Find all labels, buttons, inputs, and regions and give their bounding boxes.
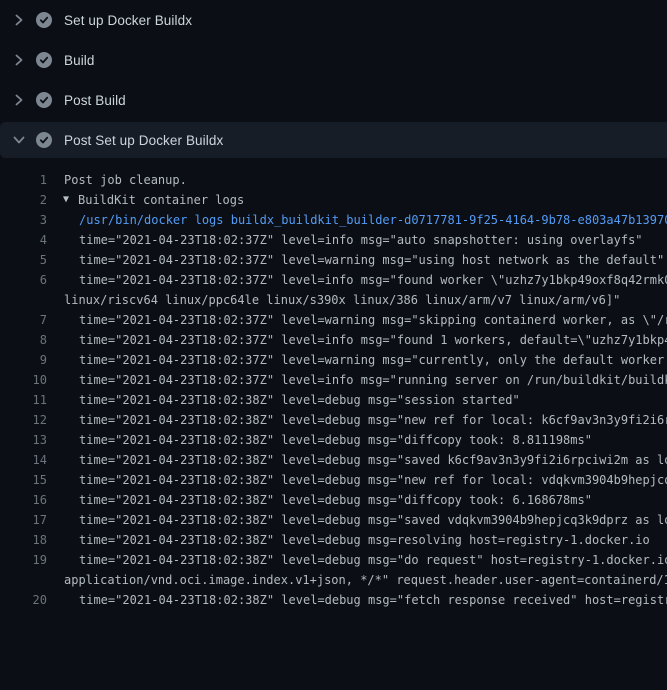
log-line-number[interactable]: 2 <box>0 190 47 210</box>
log-line: 19 time="2021-04-23T18:02:38Z" level=deb… <box>0 550 667 570</box>
log-line-text: application/vnd.oci.image.index.v1+json,… <box>64 570 667 590</box>
log-line-text: linux/riscv64 linux/ppc64le linux/s390x … <box>64 290 620 310</box>
log-line-text: time="2021-04-23T18:02:37Z" level=info m… <box>79 370 667 390</box>
log-line: 2 ▼ BuildKit container logs <box>0 190 667 210</box>
log-line-text: time="2021-04-23T18:02:37Z" level=info m… <box>79 330 667 350</box>
log-line-number[interactable]: 9 <box>0 350 47 370</box>
log-line: 8 time="2021-04-23T18:02:37Z" level=info… <box>0 330 667 350</box>
log-line-number[interactable]: 17 <box>0 510 47 530</box>
step-title: Set up Docker Buildx <box>64 13 192 28</box>
step-header-post-set-up-docker-buildx[interactable]: Post Set up Docker Buildx <box>0 122 667 158</box>
log-line-number[interactable]: 1 <box>0 170 47 190</box>
log-line-number[interactable]: 12 <box>0 410 47 430</box>
log-line-text: BuildKit container logs <box>78 190 244 210</box>
log-line-text: time="2021-04-23T18:02:38Z" level=debug … <box>79 550 667 570</box>
log-line-text: time="2021-04-23T18:02:38Z" level=debug … <box>79 510 667 530</box>
log-line-text: time="2021-04-23T18:02:37Z" level=info m… <box>79 230 643 250</box>
log-line: application/vnd.oci.image.index.v1+json,… <box>0 570 667 590</box>
log-line-text: time="2021-04-23T18:02:38Z" level=debug … <box>79 410 667 430</box>
log-line: 14 time="2021-04-23T18:02:38Z" level=deb… <box>0 450 667 470</box>
log-line: 3 /usr/bin/docker logs buildx_buildkit_b… <box>0 210 667 230</box>
log-line: 9 time="2021-04-23T18:02:37Z" level=warn… <box>0 350 667 370</box>
log-line-text: time="2021-04-23T18:02:38Z" level=debug … <box>79 590 667 610</box>
log-line: 7 time="2021-04-23T18:02:37Z" level=warn… <box>0 310 667 330</box>
log-line-text: time="2021-04-23T18:02:38Z" level=debug … <box>79 490 592 510</box>
log-line-number[interactable]: 18 <box>0 530 47 550</box>
chevron-icon <box>12 133 26 147</box>
log-line: 18 time="2021-04-23T18:02:38Z" level=deb… <box>0 530 667 550</box>
log-line: 6 time="2021-04-23T18:02:37Z" level=info… <box>0 270 667 290</box>
step-title: Build <box>64 53 95 68</box>
check-circle-icon <box>36 92 52 108</box>
step-header-set-up-docker-buildx[interactable]: Set up Docker Buildx <box>0 0 667 40</box>
log-line: 5 time="2021-04-23T18:02:37Z" level=warn… <box>0 250 667 270</box>
workflow-log-panel: Set up Docker Buildx Build <box>0 0 667 610</box>
log-line-text: /usr/bin/docker logs buildx_buildkit_bui… <box>79 210 667 230</box>
log-line-number[interactable]: 11 <box>0 390 47 410</box>
log-line-number[interactable]: 4 <box>0 230 47 250</box>
step-header-build[interactable]: Build <box>0 40 667 80</box>
log-group-toggle-icon[interactable]: ▼ <box>63 190 69 210</box>
log-line-number[interactable]: 15 <box>0 470 47 490</box>
log-line-text: time="2021-04-23T18:02:38Z" level=debug … <box>79 390 520 410</box>
chevron-icon <box>12 53 26 67</box>
step-title: Post Set up Docker Buildx <box>64 133 223 148</box>
log-line: 11 time="2021-04-23T18:02:38Z" level=deb… <box>0 390 667 410</box>
log-line-number[interactable]: 13 <box>0 430 47 450</box>
log-line-number[interactable]: 7 <box>0 310 47 330</box>
log-line: 16 time="2021-04-23T18:02:38Z" level=deb… <box>0 490 667 510</box>
log-line-text: time="2021-04-23T18:02:38Z" level=debug … <box>79 450 667 470</box>
log-line-number[interactable]: 10 <box>0 370 47 390</box>
log-line: 13 time="2021-04-23T18:02:38Z" level=deb… <box>0 430 667 450</box>
log-line-number[interactable]: 8 <box>0 330 47 350</box>
log-line-text: time="2021-04-23T18:02:38Z" level=debug … <box>79 530 650 550</box>
log-line: 17 time="2021-04-23T18:02:38Z" level=deb… <box>0 510 667 530</box>
log-line: 4 time="2021-04-23T18:02:37Z" level=info… <box>0 230 667 250</box>
check-circle-icon <box>36 12 52 28</box>
step-header-post-build[interactable]: Post Build <box>0 80 667 120</box>
chevron-icon <box>12 93 26 107</box>
log-line: 10 time="2021-04-23T18:02:37Z" level=inf… <box>0 370 667 390</box>
check-circle-icon <box>36 52 52 68</box>
log-line-text: time="2021-04-23T18:02:38Z" level=debug … <box>79 470 667 490</box>
check-circle-icon <box>36 132 52 148</box>
log-line-number[interactable]: 20 <box>0 590 47 610</box>
log-line-text: time="2021-04-23T18:02:37Z" level=warnin… <box>79 310 667 330</box>
log-line-text: time="2021-04-23T18:02:37Z" level=warnin… <box>79 350 667 370</box>
log-line: 12 time="2021-04-23T18:02:38Z" level=deb… <box>0 410 667 430</box>
log-line: 20 time="2021-04-23T18:02:38Z" level=deb… <box>0 590 667 610</box>
step-title: Post Build <box>64 93 126 108</box>
log-viewer: 1 Post job cleanup. 2 ▼ BuildKit contain… <box>0 160 667 610</box>
log-line: 1 Post job cleanup. <box>0 170 667 190</box>
log-line: 15 time="2021-04-23T18:02:38Z" level=deb… <box>0 470 667 490</box>
log-line-number[interactable]: 19 <box>0 550 47 570</box>
log-line-text: time="2021-04-23T18:02:38Z" level=debug … <box>79 430 592 450</box>
steps-list: Set up Docker Buildx Build <box>0 0 667 158</box>
chevron-icon <box>12 13 26 27</box>
log-line-number[interactable]: 6 <box>0 270 47 290</box>
log-line-number[interactable]: 5 <box>0 250 47 270</box>
log-line-text: time="2021-04-23T18:02:37Z" level=warnin… <box>79 250 664 270</box>
log-line-text: time="2021-04-23T18:02:37Z" level=info m… <box>79 270 667 290</box>
log-line-text: Post job cleanup. <box>64 170 187 190</box>
log-line-number[interactable]: 16 <box>0 490 47 510</box>
log-line-number[interactable]: 14 <box>0 450 47 470</box>
log-line-number[interactable]: 3 <box>0 210 47 230</box>
log-line: linux/riscv64 linux/ppc64le linux/s390x … <box>0 290 667 310</box>
